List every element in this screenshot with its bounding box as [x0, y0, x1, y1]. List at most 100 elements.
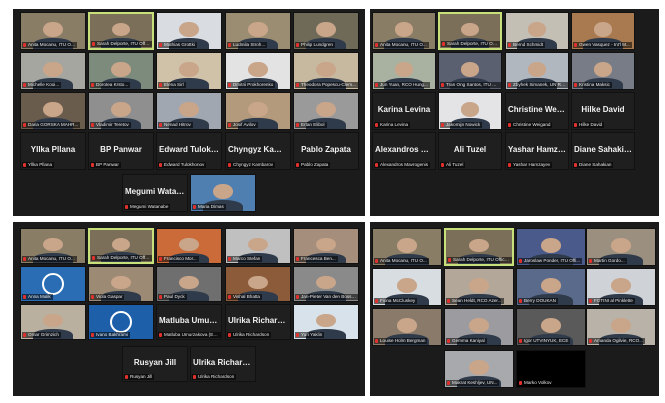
- participant-tile[interactable]: Igor UTVINYUK, ECE: [516, 308, 586, 346]
- person-head: [179, 275, 199, 290]
- participant-tile[interactable]: Nenad Hitrov: [156, 92, 222, 130]
- participant-name-label: Anita Mocanu, ITU O...: [374, 258, 429, 264]
- participant-tile[interactable]: Mathias Grottki: [156, 12, 222, 50]
- participant-tile[interactable]: Sarah Delporte, ITU Office...: [444, 228, 514, 266]
- person-head: [468, 278, 490, 293]
- participant-name-text: Ludmila Stroh...: [233, 42, 266, 47]
- participant-tile[interactable]: Dmitrii Prokhorenko: [225, 52, 291, 90]
- participant-tile[interactable]: Vladimir Teretov: [88, 92, 154, 130]
- participant-tile[interactable]: Tran Ong Santos, ITU Of...: [438, 52, 502, 90]
- participant-tile[interactable]: Sarah Delporte, ITU Office: [88, 12, 154, 50]
- participant-tile[interactable]: Gemma Kaniyal: [444, 308, 514, 346]
- participant-tile[interactable]: Karina Levina Karina Levina: [372, 92, 436, 130]
- participant-tile[interactable]: Jakomijn Nowick: [438, 92, 502, 130]
- participant-name-text: Sarah Delporte, ITU Office...: [453, 257, 511, 262]
- participant-tile[interactable]: Sarah Delporte, ITU Offic...: [88, 228, 154, 264]
- participant-tile[interactable]: Daria GORSKA MAHR...: [20, 92, 86, 130]
- participant-name-label: Kristina Maksic: [573, 82, 612, 88]
- muted-mic-icon: [519, 339, 522, 343]
- participant-tile[interactable]: Jun Yuan, RCO Hung...: [372, 52, 436, 90]
- person-head: [316, 102, 336, 117]
- person-head: [111, 275, 131, 290]
- participant-tile[interactable]: Omar Grimzich: [20, 304, 86, 340]
- participant-tile[interactable]: Megumi Watan... Megumi Watanabe: [122, 174, 188, 212]
- participant-tile[interactable]: Ali Tuzel Ali Tuzel: [438, 132, 502, 170]
- participant-tile[interactable]: Yashar Hamzayev Yashar Hamzayev: [505, 132, 569, 170]
- muted-mic-icon: [296, 163, 299, 167]
- participant-tile[interactable]: Viola Gaspar: [88, 266, 154, 302]
- participant-tile[interactable]: Diane Sahakian Diane Sahakian: [571, 132, 635, 170]
- participant-tile[interactable]: Marko Volkov: [516, 350, 586, 388]
- participant-tile[interactable]: Anita Mocanu, ITU O...: [20, 228, 86, 264]
- participant-tile[interactable]: Martin Gordo...: [586, 228, 656, 266]
- participant-display-name: Ulrika Richardson: [193, 357, 255, 367]
- participant-tile[interactable]: Anita Mocanu, ITU O...: [372, 12, 436, 50]
- participant-tile[interactable]: FOTINI al Pinklette: [586, 268, 656, 306]
- participant-tile[interactable]: Sean Heldt, RCO Azer...: [444, 268, 514, 306]
- participant-tile[interactable]: Theodora Popescu-Clem...: [293, 52, 359, 90]
- participant-name-label: Daria GORSKA MAHR...: [22, 122, 81, 128]
- participant-tile[interactable]: Louise Holm Bergman: [372, 308, 442, 346]
- participant-tile[interactable]: Philip Lundgren: [293, 12, 359, 50]
- participant-tile[interactable]: Maria Dimas: [190, 174, 256, 212]
- participant-tile[interactable]: Matluba Umurz... Matluba Umurzakova (ECE): [156, 304, 222, 340]
- participant-tile[interactable]: Ulrika Richardson Ulrika Richardson: [225, 304, 291, 340]
- participant-tile[interactable]: Michelle Kooi...: [20, 52, 86, 90]
- participant-tile[interactable]: Francesca Ben...: [293, 228, 359, 264]
- participant-tile[interactable]: Kristina Maksic: [571, 52, 635, 90]
- participant-name-text: Jakomijn Nowick: [446, 122, 481, 127]
- muted-mic-icon: [296, 43, 299, 47]
- participant-tile[interactable]: Anna Malik: [20, 266, 86, 302]
- participant-tile[interactable]: Anita Mocanu, ITU O...: [372, 228, 442, 266]
- participant-tile[interactable]: Christine Weiga... Christine Weigand: [505, 92, 569, 130]
- person-head: [43, 102, 63, 117]
- participant-tile[interactable]: Dorotea Krsto...: [88, 52, 154, 90]
- participant-name-label: Chyngyz Kambarov: [227, 162, 276, 168]
- participant-name-text: Yllka Pllana: [28, 162, 53, 167]
- participant-tile[interactable]: Makrat Keshljev, UN...: [444, 350, 514, 388]
- participant-tile[interactable]: Zbyhek Simanek, UN RC...: [505, 52, 569, 90]
- participant-name-label: Marco Stefan: [227, 256, 263, 262]
- muted-mic-icon: [228, 333, 231, 337]
- participant-tile[interactable]: Paul Dyck: [156, 266, 222, 302]
- participant-tile[interactable]: Sarah Delporte, ITU Office...: [438, 12, 502, 50]
- muted-mic-icon: [448, 258, 451, 262]
- participant-tile[interactable]: Anita Mocanu, ITU O...: [20, 12, 86, 50]
- person-head: [179, 62, 199, 77]
- participant-tile[interactable]: Marco Stefan: [225, 228, 291, 264]
- participant-tile[interactable]: Hilke David Hilke David: [571, 92, 635, 130]
- participant-name-label: Vishal Bhatta: [227, 294, 262, 300]
- person-head: [527, 22, 547, 37]
- participant-tile[interactable]: Berry DOUKAN: [516, 268, 586, 306]
- participant-tile[interactable]: Francisco Mor...: [156, 228, 222, 264]
- participant-tile[interactable]: Ivano Bakhrami: [88, 304, 154, 340]
- person-head: [468, 318, 490, 333]
- participant-tile[interactable]: Amanda Ogilvie, RCO...: [586, 308, 656, 346]
- participant-name-label: Fiona McCluskey: [374, 298, 418, 304]
- participant-tile[interactable]: Edward Tulokh... Edward Tulokhonov: [156, 132, 222, 170]
- participant-tile[interactable]: Yllka Pllana Yllka Pllana: [20, 132, 86, 170]
- participant-tile[interactable]: Jan-Pieter Van den Bossc...: [293, 266, 359, 302]
- participant-tile[interactable]: Vishal Bhatta: [225, 266, 291, 302]
- participant-tile[interactable]: Ertan Elibol: [293, 92, 359, 130]
- participant-tile[interactable]: Rusyan Jill Rusyan Jill: [122, 346, 188, 382]
- participant-tile[interactable]: Jaroslaw Ponder, ITU Offi...: [516, 228, 586, 266]
- participant-name-text: Karina Levina: [380, 122, 409, 127]
- participant-tile[interactable]: Ulrika Richardson Ulrika Richardson: [190, 346, 256, 382]
- participant-tile[interactable]: BP Panwar BP Panwar: [88, 132, 154, 170]
- person-head: [43, 22, 63, 37]
- participant-tile[interactable]: Josif Avilov: [225, 92, 291, 130]
- participant-tile[interactable]: Gwen Vasquez - Int'l M...: [571, 12, 635, 50]
- muted-mic-icon: [296, 123, 299, 127]
- participant-tile[interactable]: Chyngyz Kamb... Chyngyz Kambarov: [225, 132, 291, 170]
- participant-tile[interactable]: Bernd Schmidt: [505, 12, 569, 50]
- participant-name-label: Omar Grimzich: [22, 332, 61, 338]
- participant-tile[interactable]: Yuri Yaklin: [293, 304, 359, 340]
- participant-tile[interactable]: Ludmila Stroh...: [225, 12, 291, 50]
- participant-name-text: Dmitrii Prokhorenko: [233, 82, 274, 87]
- participant-tile[interactable]: Elena Sirl: [156, 52, 222, 90]
- participant-tile[interactable]: Fiona McCluskey: [372, 268, 442, 306]
- participant-tile[interactable]: Pablo Zapata Pablo Zapata: [293, 132, 359, 170]
- participant-name-label: Francisco Mor...: [158, 256, 199, 262]
- participant-tile[interactable]: Alexandros Ma... Alexandros Mavrogenis: [372, 132, 436, 170]
